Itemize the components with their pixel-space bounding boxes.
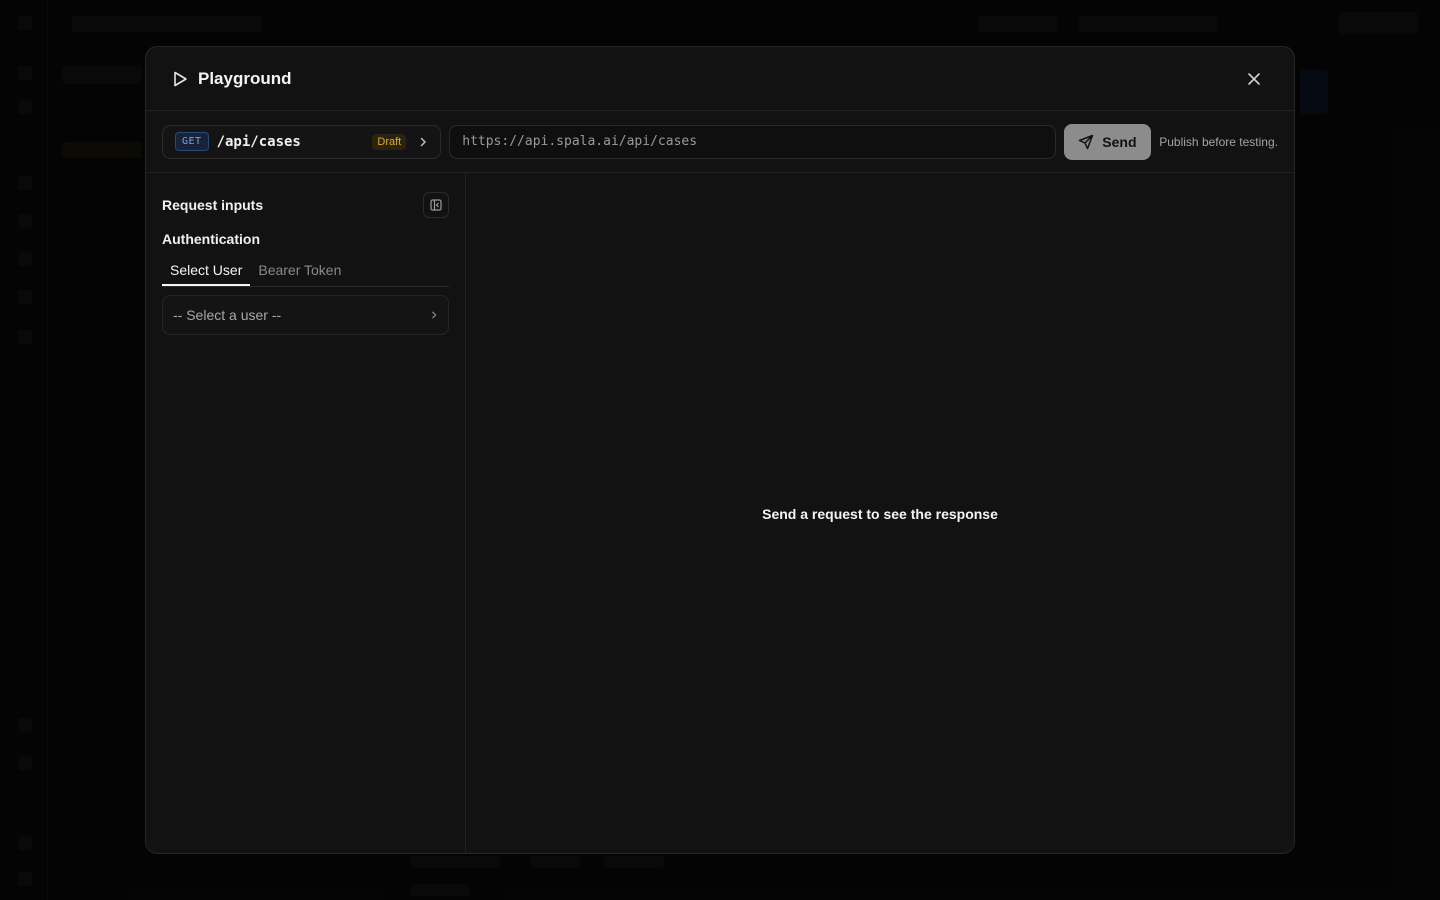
response-empty-message: Send a request to see the response [762, 505, 998, 522]
send-button-label: Send [1102, 133, 1137, 150]
request-inputs-header: Request inputs [162, 191, 449, 219]
modal-header: Playground [146, 47, 1294, 111]
user-select-placeholder: -- Select a user -- [173, 307, 282, 323]
play-icon [170, 69, 190, 89]
auth-tabs: Select User Bearer Token [162, 259, 449, 287]
send-button[interactable]: Send [1063, 123, 1152, 160]
chevron-right-icon [418, 137, 428, 147]
response-panel: Send a request to see the response [466, 173, 1294, 853]
endpoint-selector[interactable]: GET /api/cases Draft [162, 124, 442, 159]
send-icon [1079, 134, 1094, 149]
request-toolbar: GET /api/cases Draft https://api.spala.a… [146, 111, 1294, 173]
endpoint-path: /api/cases [216, 133, 301, 150]
playground-modal: Playground GET /api/cases Draft https://… [145, 46, 1295, 854]
tab-bearer-token[interactable]: Bearer Token [250, 259, 349, 286]
playground-body: Request inputs Authentication Select Use… [146, 173, 1294, 853]
close-icon [1248, 73, 1260, 85]
status-badge: Draft [372, 133, 407, 150]
chevron-right-icon [432, 311, 437, 319]
publish-note: Publish before testing. [1159, 134, 1278, 149]
panel-collapse-icon [430, 199, 442, 211]
request-inputs-panel: Request inputs Authentication Select Use… [146, 173, 466, 853]
tab-select-user[interactable]: Select User [162, 259, 251, 286]
modal-title: Playground [198, 68, 292, 88]
authentication-title: Authentication [162, 231, 260, 247]
collapse-panel-button[interactable] [423, 192, 449, 218]
method-badge: GET [175, 132, 209, 151]
user-select[interactable]: -- Select a user -- [162, 295, 449, 335]
url-input[interactable]: https://api.spala.ai/api/cases [449, 124, 1056, 159]
close-button[interactable] [1242, 67, 1266, 91]
request-inputs-title: Request inputs [162, 197, 264, 213]
